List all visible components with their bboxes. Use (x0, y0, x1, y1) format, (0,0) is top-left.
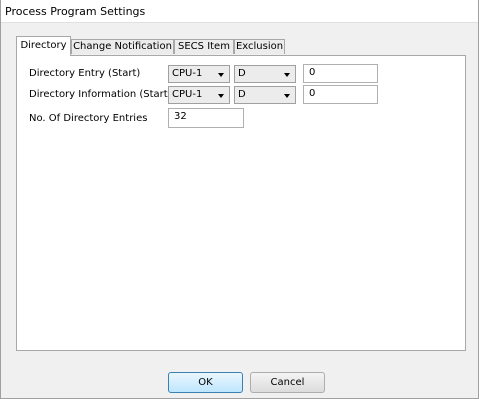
directory-info-address-value: 0 (309, 88, 316, 99)
title-bar: Process Program Settings (1, 0, 478, 23)
directory-panel: Directory Entry (Start) CPU-1 D 0 Direct… (16, 55, 466, 351)
tab-secs-item[interactable]: SECS Item (174, 39, 234, 54)
tab-directory[interactable]: Directory (16, 36, 71, 56)
chevron-down-icon (284, 73, 290, 77)
window-title: Process Program Settings (5, 5, 146, 18)
directory-info-start-label: Directory Information (Start) (29, 89, 172, 100)
directory-info-cpu-select[interactable]: CPU-1 (168, 86, 230, 104)
num-directory-entries-field[interactable]: 32 (168, 108, 244, 128)
tab-exclusion[interactable]: Exclusion (234, 39, 285, 54)
process-program-settings-dialog: Process Program Settings Directory Chang… (0, 0, 479, 399)
directory-entry-address-field[interactable]: 0 (303, 64, 378, 83)
directory-entry-cpu-select[interactable]: CPU-1 (168, 65, 230, 83)
num-directory-entries-value: 32 (174, 111, 187, 122)
directory-info-device-select[interactable]: D (234, 86, 296, 104)
num-directory-entries-label: No. Of Directory Entries (29, 113, 148, 124)
directory-info-device-value: D (238, 89, 246, 100)
directory-info-address-field[interactable]: 0 (303, 85, 378, 104)
chevron-down-icon (284, 94, 290, 98)
directory-entry-cpu-value: CPU-1 (172, 68, 203, 79)
directory-entry-address-value: 0 (309, 67, 316, 78)
tab-change-notification[interactable]: Change Notification (71, 39, 174, 54)
directory-entry-device-select[interactable]: D (234, 65, 296, 83)
directory-entry-device-value: D (238, 68, 246, 79)
chevron-down-icon (218, 94, 224, 98)
cancel-button[interactable]: Cancel (250, 372, 325, 393)
chevron-down-icon (218, 73, 224, 77)
ok-button[interactable]: OK (168, 372, 243, 393)
directory-info-cpu-value: CPU-1 (172, 89, 203, 100)
directory-entry-start-label: Directory Entry (Start) (29, 68, 141, 79)
